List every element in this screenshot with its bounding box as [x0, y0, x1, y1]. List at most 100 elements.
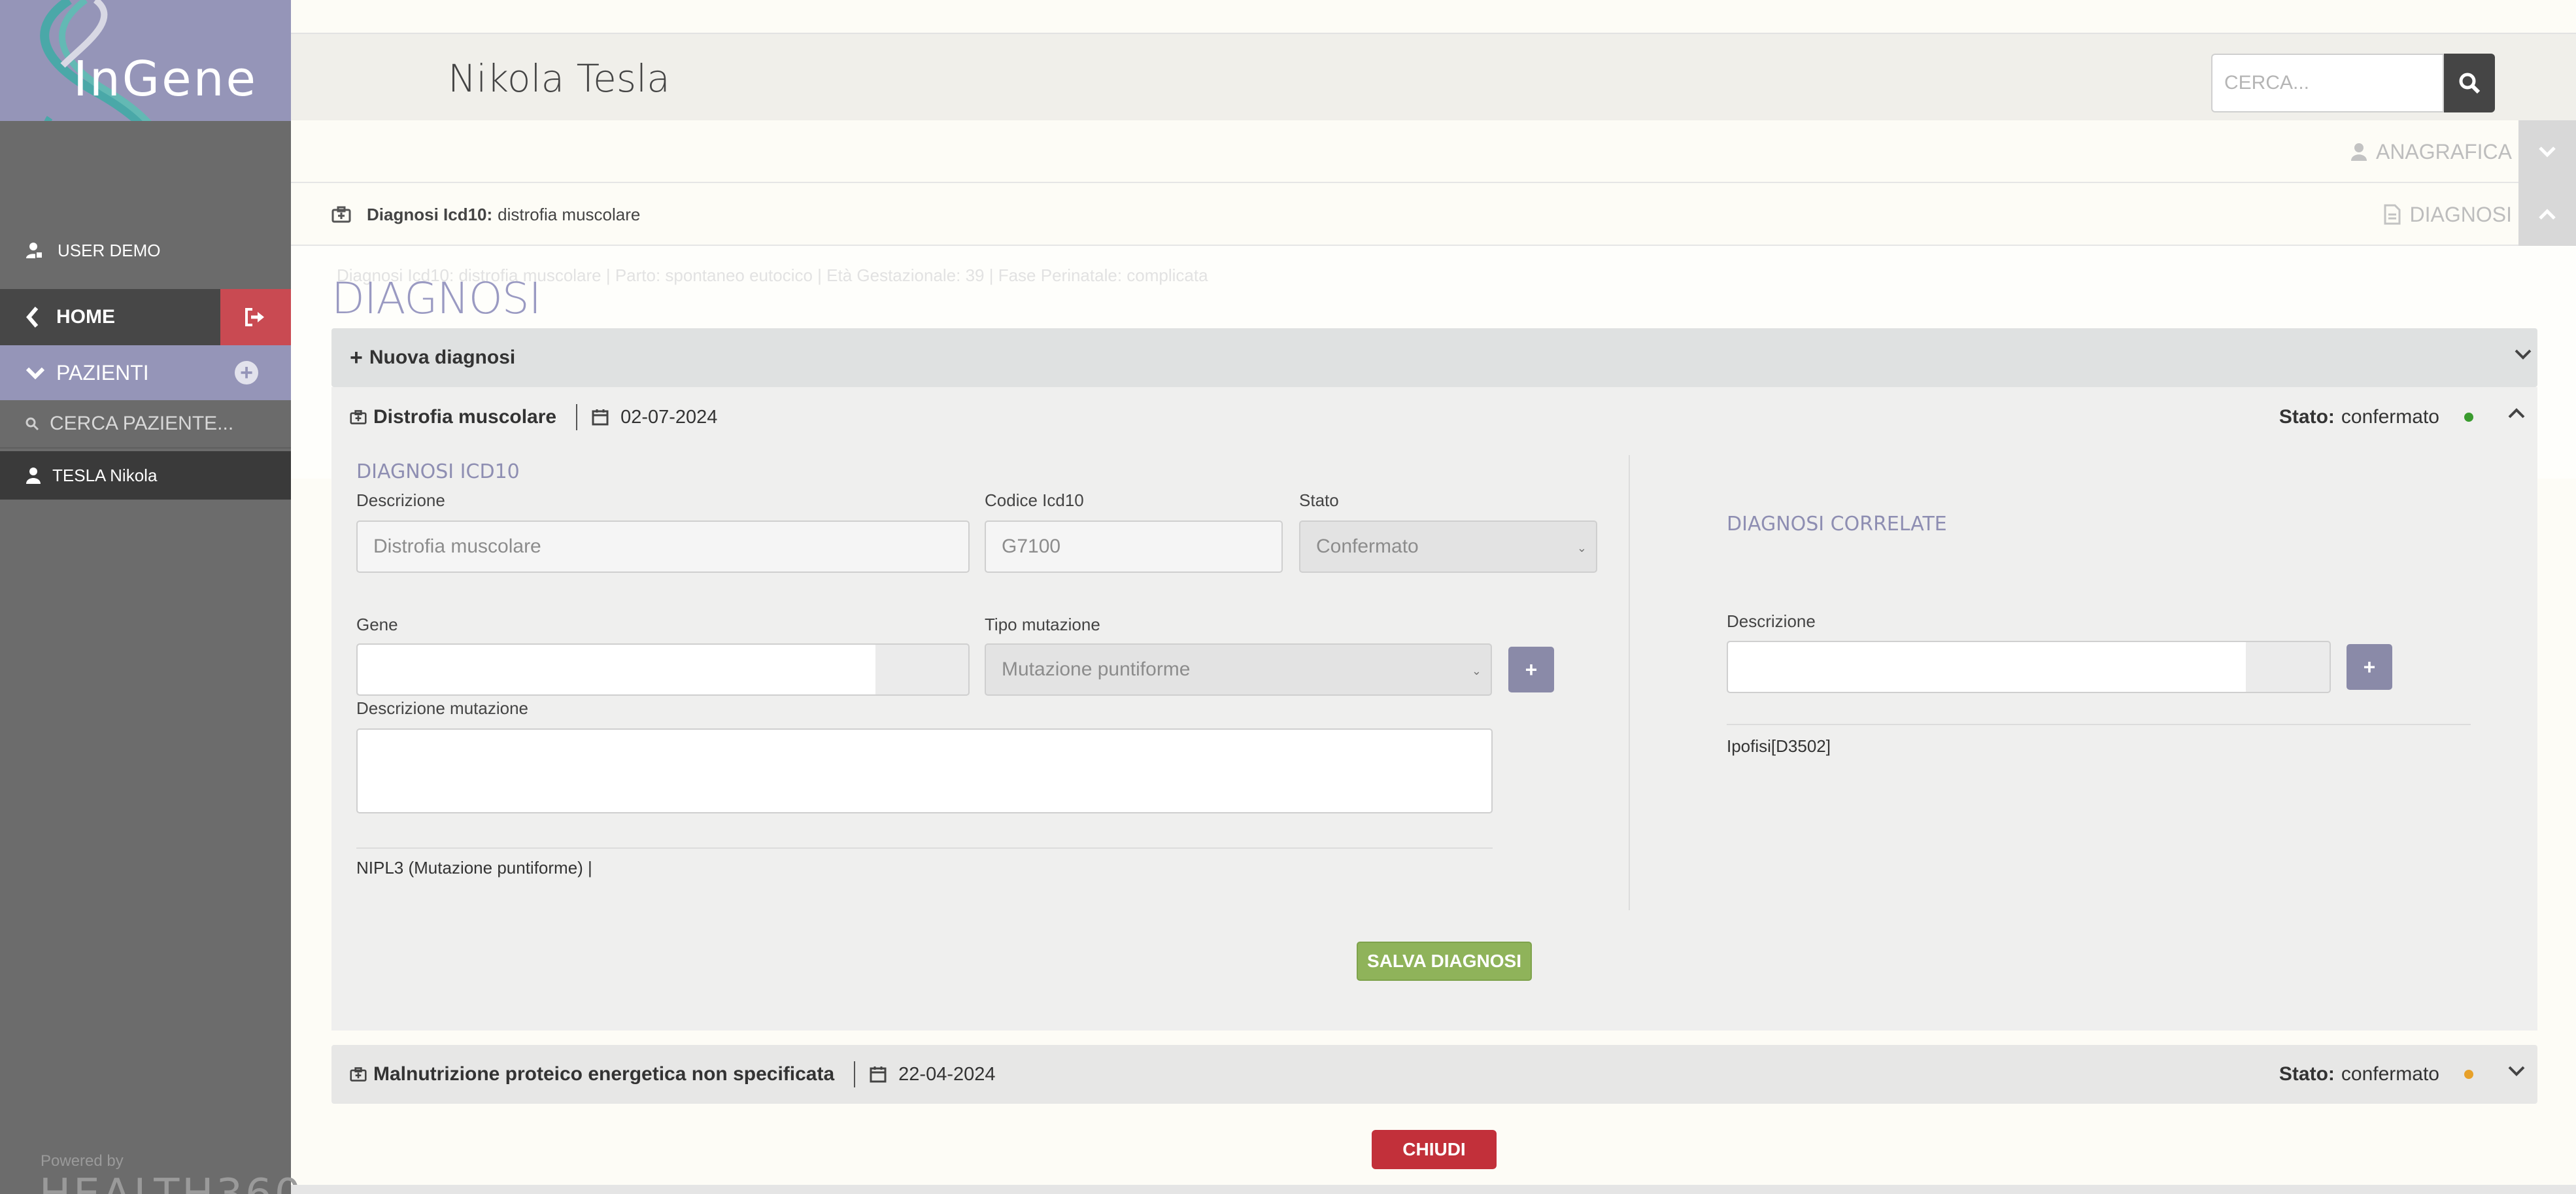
chevron-down-icon [26, 367, 44, 379]
add-mutation-button[interactable]: + [1508, 647, 1554, 692]
chevron-down-icon [2515, 349, 2532, 360]
stato-value: Confermato [1316, 536, 1419, 557]
diagnosis-date: 02-07-2024 [620, 406, 718, 428]
anagrafica-section[interactable]: ANAGRAFICA [291, 120, 2576, 183]
logout-button[interactable] [220, 289, 291, 345]
patient-name: Nikola Tesla [448, 56, 670, 101]
global-search-input[interactable]: CERCA... [2211, 54, 2444, 112]
correlate-descrizione-input[interactable] [1727, 641, 2331, 693]
correlate-section-title: DIAGNOSI CORRELATE [1727, 513, 1947, 536]
gene-input-area [358, 645, 875, 694]
new-diagnosis-toggle[interactable]: + Nuova diagnosi [331, 328, 2537, 387]
diagnosis-header[interactable]: Malnutrizione proteico energetica non sp… [331, 1045, 2537, 1104]
correlate-entry: Ipofisi[D3502] [1727, 736, 1831, 756]
bottom-strip [291, 1185, 2576, 1194]
codice-icd10-input[interactable]: G7100 [985, 520, 1283, 573]
home-button[interactable]: HOME [0, 289, 220, 345]
descrizione-mutazione-label: Descrizione mutazione [356, 698, 529, 718]
global-search-placeholder: CERCA... [2224, 72, 2310, 94]
user-lock-icon [26, 243, 43, 259]
chevron-down-icon [2539, 146, 2556, 158]
gene-input[interactable] [356, 643, 970, 696]
save-diagnosis-button[interactable]: SALVA DIAGNOSI [1357, 942, 1532, 981]
health360-logo: HEALTH360 [39, 1170, 304, 1194]
diagnosi-toggle[interactable] [2518, 183, 2576, 246]
header-divider [854, 1061, 856, 1087]
status-dot-icon [2464, 413, 2473, 422]
patient-item-tesla[interactable]: TESLA Nikola [0, 451, 291, 500]
status-value: confermato [2341, 1063, 2439, 1085]
diagnosis-title: Distrofia muscolare [373, 406, 557, 428]
diagnosis-header[interactable]: Distrofia muscolare 02-07-2024 Stato: co… [331, 387, 2537, 447]
add-patient-icon[interactable]: + [235, 360, 258, 385]
sign-out-icon [245, 308, 264, 326]
stato-select[interactable]: Confermato ⌄ [1299, 520, 1597, 573]
status-label: Stato: [2279, 1063, 2335, 1085]
descrizione-input[interactable]: Distrofia muscolare [356, 520, 970, 573]
patient-label: TESLA Nikola [52, 465, 158, 485]
chevron-up-icon[interactable] [2507, 407, 2526, 420]
icd-summary: Diagnosi Icd10: distrofia muscolare [331, 183, 640, 246]
descrizione-mutazione-textarea[interactable] [356, 728, 1493, 813]
diagnosi-section-label: DIAGNOSI [2409, 202, 2512, 226]
home-row: HOME [0, 289, 291, 345]
correlate-descrizione-label: Descrizione [1727, 611, 1816, 631]
user-label: USER DEMO [58, 240, 161, 260]
medkit-icon [331, 206, 351, 223]
close-button[interactable]: CHIUDI [1372, 1130, 1497, 1169]
search-patient-input[interactable]: CERCA PAZIENTE... [0, 400, 291, 449]
status-dot-icon [2464, 1070, 2473, 1079]
tipo-mutazione-label: Tipo mutazione [985, 615, 1100, 634]
medkit-icon [350, 1067, 367, 1082]
divider [1727, 724, 2471, 725]
diagnosis-title: Malnutrizione proteico energetica non sp… [373, 1063, 835, 1085]
tipo-mutazione-select[interactable]: Mutazione puntiforme ⌄ [985, 643, 1492, 696]
codice-icd10-value: G7100 [1002, 536, 1061, 557]
top-strip [291, 0, 2576, 34]
patient-header: Nikola Tesla CERCA... [291, 34, 2576, 120]
sidebar: InGene USER DEMO HOME PAZIENTI + CERCA P… [0, 0, 301, 1194]
diagnosi-header: DIAGNOSI [2384, 183, 2512, 246]
logo[interactable]: InGene [0, 0, 291, 196]
user-icon [2350, 143, 2367, 161]
mutation-entry: NIPL3 (Mutazione puntiforme) | [356, 858, 592, 878]
chevron-left-icon [26, 307, 39, 328]
calendar-icon [592, 409, 609, 426]
user-menu[interactable]: USER DEMO [0, 232, 291, 269]
pazienti-menu[interactable]: PAZIENTI + [0, 345, 291, 400]
header-divider [576, 404, 578, 430]
status-value: confermato [2341, 406, 2439, 428]
tipo-mutazione-value: Mutazione puntiforme [1002, 658, 1191, 680]
diagnosis-card[interactable]: Malnutrizione proteico energetica non sp… [331, 1045, 2537, 1104]
icd-label: Diagnosi Icd10: [367, 204, 493, 224]
divider [356, 847, 1493, 849]
correlate-input-area [1728, 642, 2246, 692]
file-icon [2384, 204, 2401, 225]
icd10-section-title: DIAGNOSI ICD10 [356, 460, 520, 483]
codice-icd10-label: Codice Icd10 [985, 490, 1084, 510]
add-correlate-button[interactable]: + [2347, 644, 2392, 690]
stato-label: Stato [1299, 490, 1339, 510]
diagnosis-status: Stato: confermato [2279, 387, 2473, 447]
user-icon [26, 468, 41, 484]
column-divider [1629, 455, 1630, 910]
diagnosis-card: Distrofia muscolare 02-07-2024 Stato: co… [331, 387, 2537, 1031]
powered-by-text: Powered by [41, 1152, 124, 1170]
diagnosi-section[interactable]: Diagnosi Icd10: distrofia muscolare DIAG… [291, 183, 2576, 246]
gene-label: Gene [356, 615, 398, 634]
global-search-button[interactable] [2444, 54, 2495, 112]
caret-down-icon: ⌄ [1576, 541, 1587, 554]
medkit-icon [350, 410, 367, 424]
calendar-icon [870, 1066, 887, 1083]
diagnosis-date: 22-04-2024 [898, 1063, 996, 1085]
plus-icon: + [350, 345, 363, 370]
icd-value: distrofia muscolare [498, 204, 641, 224]
new-diagnosis-label: Nuova diagnosi [369, 347, 516, 368]
chevron-up-icon [2539, 209, 2556, 220]
descrizione-label: Descrizione [356, 490, 445, 510]
chevron-down-icon[interactable] [2507, 1065, 2526, 1078]
search-icon [25, 417, 39, 431]
anagrafica-label: ANAGRAFICA [2375, 139, 2512, 163]
pazienti-label: PAZIENTI [56, 360, 149, 384]
anagrafica-toggle[interactable] [2518, 120, 2576, 183]
